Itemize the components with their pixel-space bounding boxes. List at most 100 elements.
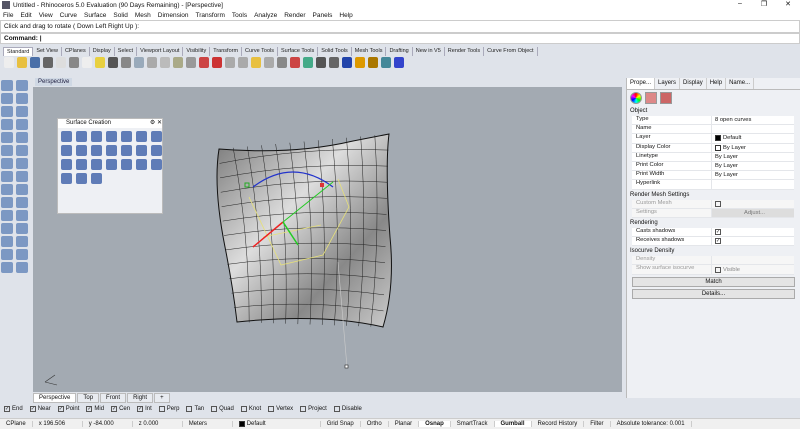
toolbar-button-icon[interactable] <box>342 57 352 68</box>
panel-tab-layers[interactable]: Layers <box>655 78 681 89</box>
toolbar-button-icon[interactable] <box>4 57 14 68</box>
menu-surface[interactable]: Surface <box>84 12 106 19</box>
toolbar-tab-visibility[interactable]: Visibility <box>183 47 211 56</box>
tool-button-icon[interactable] <box>1 145 13 156</box>
toolbar-button-icon[interactable] <box>368 57 378 68</box>
surface-tool-icon[interactable] <box>76 145 87 156</box>
panel-tab-display[interactable]: Display <box>680 78 707 89</box>
surface-tool-icon[interactable] <box>151 131 162 142</box>
osnap-quad[interactable]: Quad <box>211 406 234 412</box>
osnap-disable[interactable]: Disable <box>333 406 362 412</box>
toolbar-button-icon[interactable] <box>56 57 66 68</box>
surface-tool-icon[interactable] <box>91 131 102 142</box>
osnap-end[interactable]: ✓ End <box>4 406 23 412</box>
osnap-checkbox[interactable]: ✓ <box>57 406 64 412</box>
adjust-button[interactable]: Adjust... <box>712 208 794 217</box>
tool-button-icon[interactable] <box>16 119 28 130</box>
viewport-tab-top[interactable]: Top <box>77 393 100 403</box>
material-icon[interactable] <box>645 92 657 104</box>
toolbar-tab-set-view[interactable]: Set View <box>33 47 62 56</box>
osnap-checkbox[interactable] <box>186 406 193 412</box>
toolbar-button-icon[interactable] <box>160 57 170 68</box>
property-value[interactable]: By Layer <box>712 171 794 179</box>
toolbar-button-icon[interactable] <box>355 57 365 68</box>
menu-dimension[interactable]: Dimension <box>158 12 189 19</box>
viewport-tab-front[interactable]: Front <box>100 393 127 403</box>
toolbar-button-icon[interactable] <box>290 57 300 68</box>
toolbar-tab-new-in-v5[interactable]: New in V5 <box>413 47 445 56</box>
osnap-checkbox[interactable] <box>268 406 275 412</box>
toolbar-tab-render-tools[interactable]: Render Tools <box>445 47 485 56</box>
surface-tool-icon[interactable] <box>61 131 72 142</box>
toolbar-button-icon[interactable] <box>303 57 313 68</box>
tool-button-icon[interactable] <box>1 197 13 208</box>
surface-tool-icon[interactable] <box>61 145 72 156</box>
cplane-label[interactable]: CPlane <box>0 421 33 427</box>
osnap-checkbox[interactable] <box>158 406 165 412</box>
custom-mesh-checkbox[interactable] <box>715 200 721 207</box>
property-value[interactable] <box>712 125 794 133</box>
casts-shadows-checkbox[interactable]: ✓ <box>715 228 721 235</box>
menu-mesh[interactable]: Mesh <box>135 12 151 19</box>
toolbar-tab-select[interactable]: Select <box>115 47 138 56</box>
toolbar-button-icon[interactable] <box>186 57 196 68</box>
tool-button-icon[interactable] <box>16 223 28 234</box>
surface-tool-icon[interactable] <box>61 173 72 184</box>
toolbar-tab-solid-tools[interactable]: Solid Tools <box>318 47 352 56</box>
tool-button-icon[interactable] <box>16 210 28 221</box>
tool-button-icon[interactable] <box>1 106 13 117</box>
osnap-toggle[interactable]: Osnap <box>419 421 451 427</box>
toolbar-button-icon[interactable] <box>134 57 144 68</box>
object-properties-icon[interactable] <box>630 92 642 104</box>
osnap-cen[interactable]: ✓ Cen <box>111 406 130 412</box>
details-button[interactable]: Details... <box>632 288 795 299</box>
toolbar-button-icon[interactable] <box>17 57 27 68</box>
tool-button-icon[interactable] <box>16 249 28 260</box>
tool-button-icon[interactable] <box>16 236 28 247</box>
surface-tool-icon[interactable] <box>121 159 132 170</box>
surface-tool-icon[interactable] <box>136 145 147 156</box>
toolbar-button-icon[interactable] <box>30 57 40 68</box>
tool-button-icon[interactable] <box>1 132 13 143</box>
osnap-checkbox[interactable] <box>211 406 218 412</box>
osnap-int[interactable]: ✓ Int <box>137 406 152 412</box>
tool-button-icon[interactable] <box>1 171 13 182</box>
viewport-tab-right[interactable]: Right <box>127 393 154 403</box>
current-layer[interactable]: Default <box>233 421 321 427</box>
tool-button-icon[interactable] <box>1 184 13 195</box>
osnap-checkbox[interactable]: ✓ <box>4 406 10 412</box>
surface-tool-icon[interactable] <box>76 131 87 142</box>
osnap-checkbox[interactable] <box>240 406 247 412</box>
tool-button-icon[interactable] <box>16 145 28 156</box>
toolbar-button-icon[interactable] <box>95 57 105 68</box>
viewport-tab-add[interactable]: + <box>154 393 170 403</box>
osnap-vertex[interactable]: Vertex <box>268 406 293 412</box>
toolbar-button-icon[interactable] <box>199 57 209 68</box>
toolbar-tab-mesh-tools[interactable]: Mesh Tools <box>352 47 387 56</box>
property-value[interactable]: By Layer <box>712 162 794 170</box>
surface-tool-icon[interactable] <box>121 131 132 142</box>
menu-curve[interactable]: Curve <box>60 12 77 19</box>
osnap-checkbox[interactable]: ✓ <box>29 406 36 412</box>
surface-tool-icon[interactable] <box>151 145 162 156</box>
toolbar-tab-viewport-layout[interactable]: Viewport Layout <box>137 47 184 56</box>
tool-button-icon[interactable] <box>1 262 13 273</box>
tool-button-icon[interactable] <box>16 106 28 117</box>
surface-tool-icon[interactable] <box>106 131 117 142</box>
osnap-checkbox[interactable] <box>333 406 340 412</box>
viewport-label[interactable]: Perspective <box>35 78 73 86</box>
tool-button-icon[interactable] <box>16 132 28 143</box>
toolbar-tab-display[interactable]: Display <box>90 47 115 56</box>
toolbar-button-icon[interactable] <box>147 57 157 68</box>
osnap-perp[interactable]: Perp <box>158 406 179 412</box>
tool-button-icon[interactable] <box>16 171 28 182</box>
surface-tool-icon[interactable] <box>91 173 102 184</box>
osnap-checkbox[interactable]: ✓ <box>137 406 144 412</box>
toolbar-button-icon[interactable] <box>173 57 183 68</box>
menu-edit[interactable]: Edit <box>20 12 31 19</box>
osnap-project[interactable]: Project <box>300 406 327 412</box>
property-value[interactable]: Default <box>712 134 794 142</box>
osnap-knot[interactable]: Knot <box>240 406 261 412</box>
grid-snap-toggle[interactable]: Grid Snap <box>321 421 361 427</box>
osnap-mid[interactable]: ✓ Mid <box>86 406 104 412</box>
